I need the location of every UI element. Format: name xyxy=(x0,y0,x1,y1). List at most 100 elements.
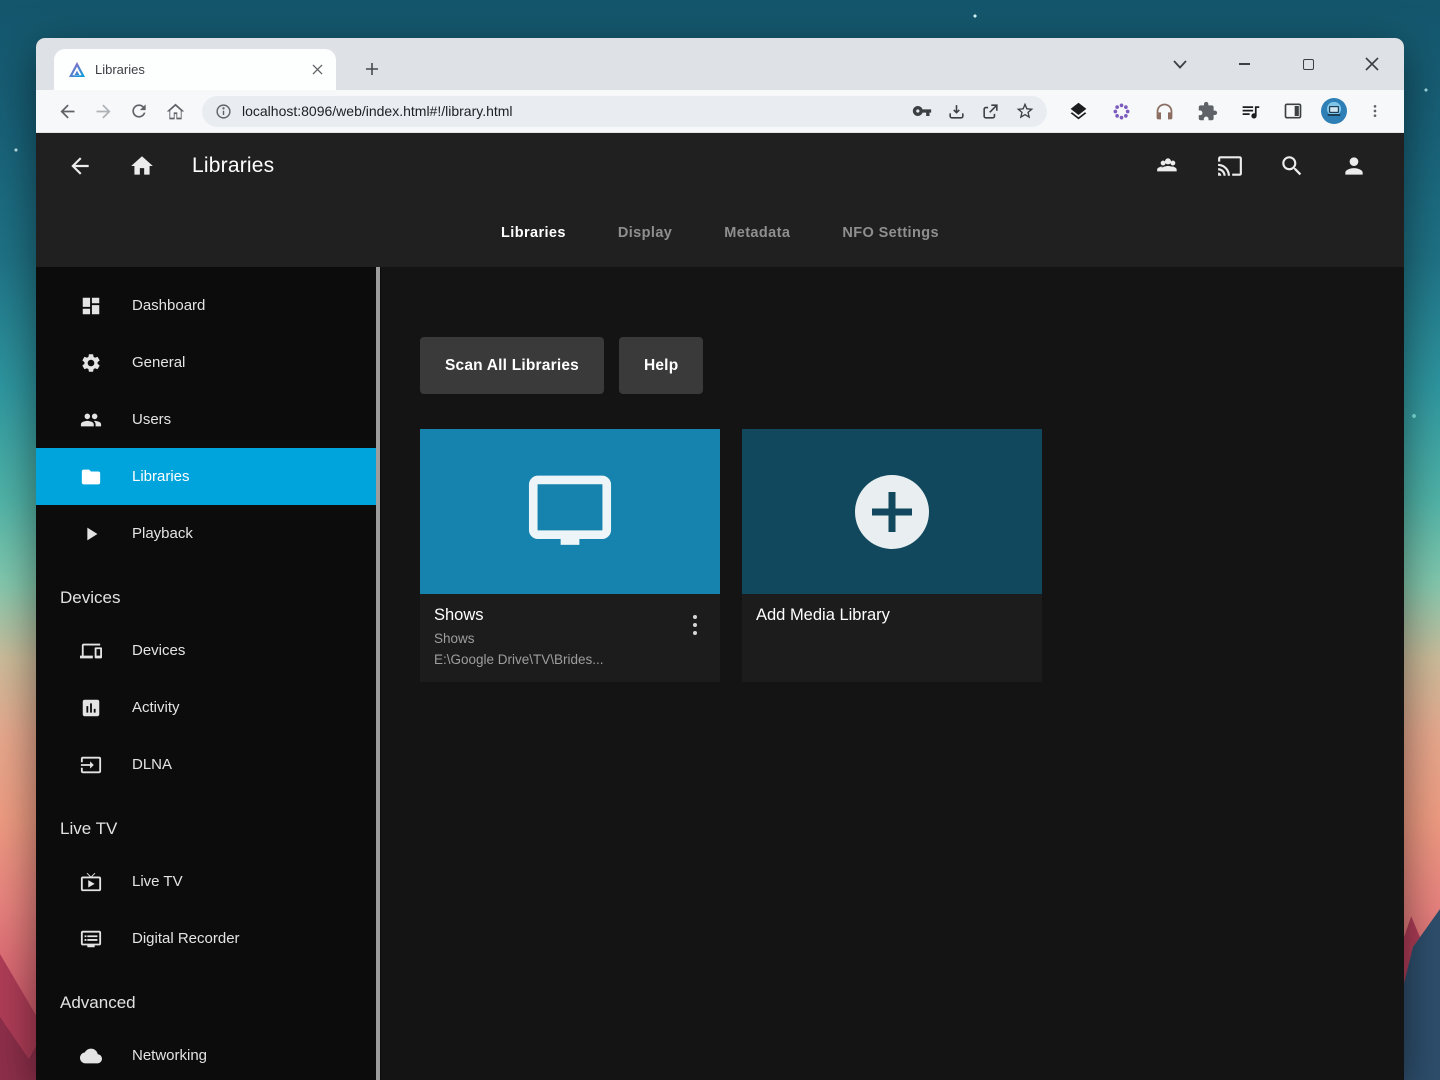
tab-metadata[interactable]: Metadata xyxy=(722,217,792,249)
library-card-footer: Shows Shows E:\Google Drive\TV\Brides... xyxy=(420,594,720,682)
sidebar-item-label: Digital Recorder xyxy=(132,930,240,947)
user-profile-icon[interactable] xyxy=(1330,142,1378,190)
library-title: Shows xyxy=(434,606,706,625)
layers-extension-icon[interactable] xyxy=(1063,96,1093,126)
scan-all-libraries-button[interactable]: Scan All Libraries xyxy=(420,337,604,394)
sidebar-item-label: Playback xyxy=(132,525,193,542)
sidebar-item-digital-recorder[interactable]: Digital Recorder xyxy=(36,910,376,967)
home-icon[interactable] xyxy=(118,142,166,190)
sidebar-item-label: DLNA xyxy=(132,756,172,773)
bookmark-star-icon[interactable] xyxy=(1015,101,1035,121)
omnibox-actions xyxy=(912,101,1035,121)
sidebar-item-label: Live TV xyxy=(132,873,183,890)
back-icon[interactable] xyxy=(52,96,82,126)
browser-titlebar: Libraries xyxy=(36,38,1404,90)
settings-tabs: Libraries Display Metadata NFO Settings xyxy=(36,199,1404,267)
app-header: Libraries xyxy=(36,133,1404,199)
new-tab-button[interactable] xyxy=(358,55,386,83)
maximize-button[interactable] xyxy=(1298,54,1318,74)
dashboard-icon xyxy=(80,295,102,317)
add-media-library-card[interactable]: Add Media Library xyxy=(742,429,1042,682)
add-card-image[interactable] xyxy=(742,429,1042,594)
sidebar-section-live-tv: Live TV xyxy=(36,793,376,853)
headphones-extension-icon[interactable] xyxy=(1149,96,1179,126)
home-icon[interactable] xyxy=(160,96,190,126)
main-content: Scan All Libraries Help xyxy=(381,267,1404,1080)
library-card-shows[interactable]: Shows Shows E:\Google Drive\TV\Brides... xyxy=(420,429,720,682)
sidebar-item-label: Devices xyxy=(132,642,185,659)
browser-window: Libraries xyxy=(36,38,1404,1080)
sidebar-item-label: Networking xyxy=(132,1047,207,1064)
plus-icon xyxy=(855,475,929,549)
window-controls xyxy=(1170,38,1382,90)
tab-title: Libraries xyxy=(95,62,299,77)
folder-icon xyxy=(80,466,102,488)
extension-icons xyxy=(1059,96,1390,126)
monitor-icon xyxy=(522,469,618,555)
gear-icon xyxy=(80,352,102,374)
sidebar-item-users[interactable]: Users xyxy=(36,391,376,448)
sidebar-item-label: Libraries xyxy=(132,468,190,485)
password-key-icon[interactable] xyxy=(912,101,932,121)
library-type: Shows xyxy=(434,629,706,650)
site-info-icon[interactable] xyxy=(215,103,232,120)
page-title: Libraries xyxy=(192,154,274,178)
users-icon xyxy=(80,409,102,431)
live-tv-icon xyxy=(80,871,102,893)
minimize-button[interactable] xyxy=(1234,54,1254,74)
header-actions xyxy=(1144,142,1378,190)
share-icon[interactable] xyxy=(981,102,1000,121)
sidebar-item-networking[interactable]: Networking xyxy=(36,1027,376,1080)
browser-tab[interactable]: Libraries xyxy=(54,49,336,90)
tab-nfo-settings[interactable]: NFO Settings xyxy=(840,217,941,249)
sidebar-item-dashboard[interactable]: Dashboard xyxy=(36,277,376,334)
url-text[interactable]: localhost:8096/web/index.html#!/library.… xyxy=(242,103,902,119)
tab-search-chevron-icon[interactable] xyxy=(1170,54,1190,74)
browser-menu-kebab-icon[interactable] xyxy=(1360,96,1390,126)
cast-icon[interactable] xyxy=(1206,142,1254,190)
close-button[interactable] xyxy=(1362,54,1382,74)
sidebar-item-dlna[interactable]: DLNA xyxy=(36,736,376,793)
search-icon[interactable] xyxy=(1268,142,1316,190)
devices-icon xyxy=(80,640,102,662)
library-path: E:\Google Drive\TV\Brides... xyxy=(434,650,706,671)
library-menu-kebab-icon[interactable] xyxy=(684,610,706,640)
side-panel-icon[interactable] xyxy=(1278,96,1308,126)
sidebar-item-label: Activity xyxy=(132,699,180,716)
sidebar: Dashboard General Users xyxy=(36,267,376,1080)
browser-toolbar: localhost:8096/web/index.html#!/library.… xyxy=(36,90,1404,133)
library-card-image[interactable] xyxy=(420,429,720,594)
sidebar-item-libraries[interactable]: Libraries xyxy=(36,448,376,505)
sidebar-section-devices: Devices xyxy=(36,562,376,622)
sidebar-item-live-tv[interactable]: Live TV xyxy=(36,853,376,910)
sidebar-item-label: Dashboard xyxy=(132,297,205,314)
flower-extension-icon[interactable] xyxy=(1106,96,1136,126)
users-group-icon[interactable] xyxy=(1144,142,1192,190)
sidebar-item-general[interactable]: General xyxy=(36,334,376,391)
back-arrow-icon[interactable] xyxy=(56,142,104,190)
jellyfin-favicon-icon xyxy=(68,61,86,79)
add-card-title: Add Media Library xyxy=(756,606,1028,625)
add-card-footer: Add Media Library xyxy=(742,594,1042,682)
sidebar-item-devices[interactable]: Devices xyxy=(36,622,376,679)
tab-display[interactable]: Display xyxy=(616,217,674,249)
reload-icon[interactable] xyxy=(124,96,154,126)
forward-icon[interactable] xyxy=(88,96,118,126)
jellyfin-page: Libraries Libraries Display Metadata xyxy=(36,133,1404,1080)
extensions-puzzle-icon[interactable] xyxy=(1192,96,1222,126)
playlist-extension-icon[interactable] xyxy=(1235,96,1265,126)
tab-close-icon[interactable] xyxy=(308,61,326,79)
tab-libraries[interactable]: Libraries xyxy=(499,217,568,249)
profile-avatar[interactable] xyxy=(1321,98,1347,124)
page-body: Dashboard General Users xyxy=(36,267,1404,1080)
play-icon xyxy=(80,523,102,545)
dvr-icon xyxy=(80,928,102,950)
help-button[interactable]: Help xyxy=(619,337,703,394)
actions-row: Scan All Libraries Help xyxy=(420,337,1404,394)
install-app-icon[interactable] xyxy=(947,102,966,121)
activity-icon xyxy=(80,697,102,719)
sidebar-item-activity[interactable]: Activity xyxy=(36,679,376,736)
url-bar[interactable]: localhost:8096/web/index.html#!/library.… xyxy=(202,96,1047,127)
sidebar-item-label: Users xyxy=(132,411,171,428)
sidebar-item-playback[interactable]: Playback xyxy=(36,505,376,562)
